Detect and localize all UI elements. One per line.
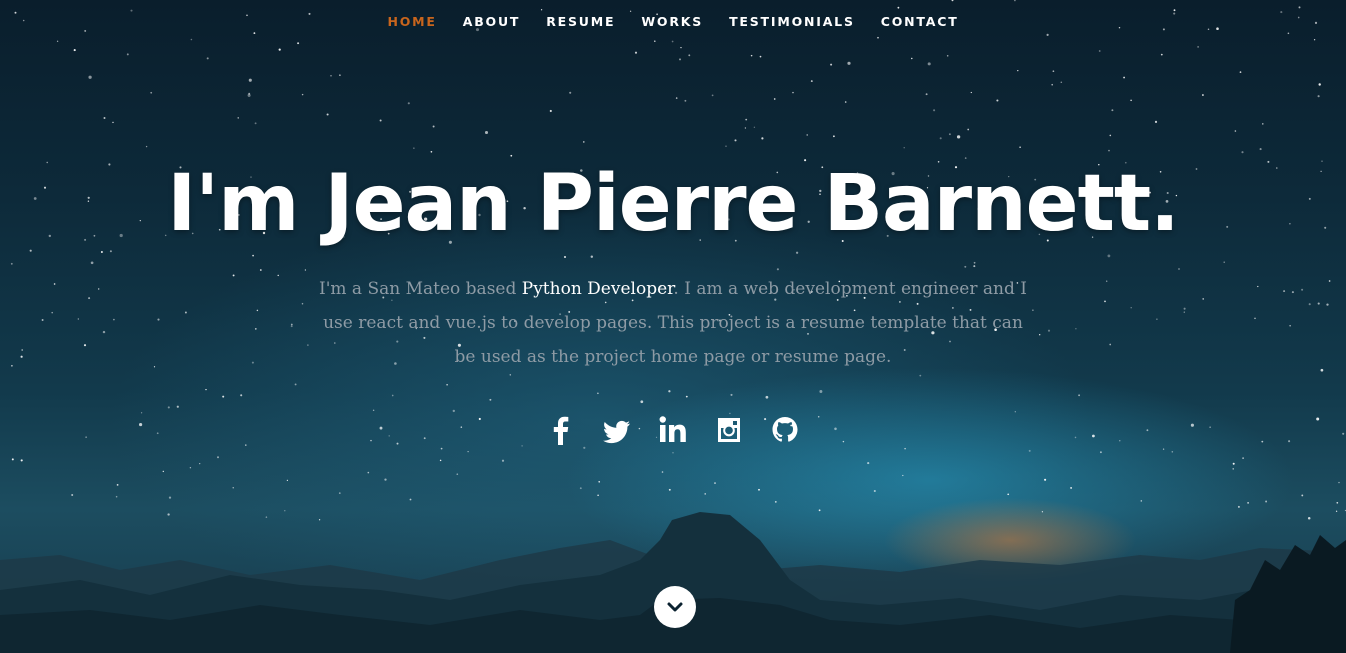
main-navigation: HOME ABOUT RESUME WORKS TESTIMONIALS CON… xyxy=(0,14,1346,29)
chevron-down-icon xyxy=(667,602,683,612)
twitter-icon xyxy=(603,420,630,444)
linkedin-link[interactable] xyxy=(658,414,688,446)
nav-item-contact[interactable]: CONTACT xyxy=(881,14,959,29)
instagram-link[interactable] xyxy=(714,414,744,446)
github-link[interactable] xyxy=(770,414,800,446)
facebook-link[interactable] xyxy=(546,414,576,446)
facebook-icon xyxy=(553,416,569,445)
nav-item-testimonials[interactable]: TESTIMONIALS xyxy=(729,14,855,29)
hero-intro: I'm a San Mateo based Python Developer. … xyxy=(313,272,1033,374)
intro-highlight: Python Developer xyxy=(521,279,674,299)
nav-item-resume[interactable]: RESUME xyxy=(546,14,615,29)
scroll-down-button[interactable] xyxy=(654,586,696,628)
instagram-icon xyxy=(718,418,740,442)
social-links xyxy=(0,414,1346,446)
twitter-link[interactable] xyxy=(602,414,632,446)
nav-item-home[interactable]: HOME xyxy=(387,14,436,29)
linkedin-icon xyxy=(659,416,686,442)
nav-item-works[interactable]: WORKS xyxy=(641,14,703,29)
intro-prefix: I'm a San Mateo based xyxy=(319,279,522,299)
hero-headline: I'm Jean Pierre Barnett. xyxy=(167,159,1180,249)
nav-item-about[interactable]: ABOUT xyxy=(463,14,521,29)
github-icon xyxy=(772,417,798,442)
hero-section: HOME ABOUT RESUME WORKS TESTIMONIALS CON… xyxy=(0,0,1346,653)
